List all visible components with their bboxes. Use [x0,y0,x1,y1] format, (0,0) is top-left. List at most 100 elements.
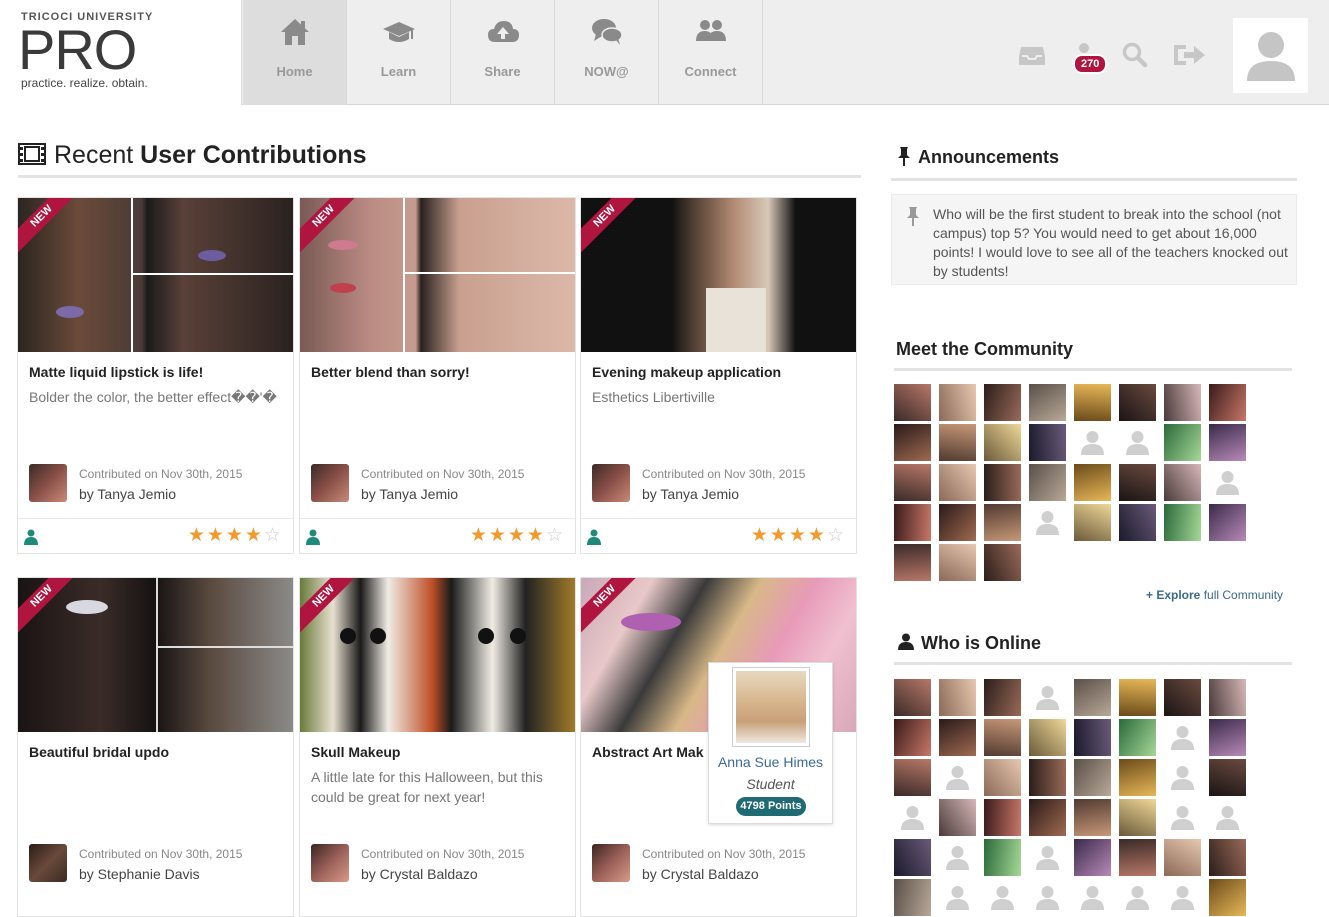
member-avatar[interactable] [939,464,976,501]
member-avatar-placeholder[interactable] [894,799,931,836]
member-avatar[interactable] [984,384,1021,421]
member-avatar[interactable] [1074,464,1111,501]
star-rating[interactable]: ★★★★☆ [751,524,846,547]
member-avatar[interactable] [984,464,1021,501]
contribution-title[interactable]: Abstract Art Mak [592,744,704,760]
member-avatar-placeholder[interactable] [1209,799,1246,836]
member-avatar[interactable] [894,424,931,461]
member-avatar[interactable] [894,464,931,501]
avatar[interactable] [29,844,67,882]
member-avatar[interactable] [1029,464,1066,501]
member-avatar[interactable] [1209,504,1246,541]
member-avatar[interactable] [1074,759,1111,796]
logo[interactable]: TRICOCI UNIVERSITY PRO practice. realize… [0,0,242,105]
member-avatar[interactable] [939,424,976,461]
member-avatar[interactable] [1164,464,1201,501]
popup-user-name[interactable]: Anna Sue Himes [709,754,832,770]
member-avatar-placeholder[interactable] [1164,719,1201,756]
member-avatar[interactable] [939,384,976,421]
member-avatar-placeholder[interactable] [1074,879,1111,916]
contribution-card[interactable]: NEW Better blend than sorry! Contributed… [299,197,576,554]
member-avatar-placeholder[interactable] [1164,759,1201,796]
member-avatar[interactable] [1164,384,1201,421]
contribution-card[interactable]: NEW Matte liquid lipstick is life! Bolde… [17,197,294,554]
member-avatar[interactable] [1119,504,1156,541]
member-avatar[interactable] [1164,679,1201,716]
contribution-card[interactable]: NEW Evening makeup application Esthetics… [580,197,857,554]
member-avatar[interactable] [1074,679,1111,716]
avatar[interactable] [592,844,630,882]
contribution-title[interactable]: Matte liquid lipstick is life! [29,364,203,380]
member-avatar[interactable] [1209,384,1246,421]
member-avatar[interactable] [984,504,1021,541]
member-avatar[interactable] [939,719,976,756]
contribution-card[interactable]: NEW Skull Makeup A little late for this … [299,577,576,917]
member-avatar[interactable] [1209,679,1246,716]
member-avatar-placeholder[interactable] [939,839,976,876]
member-avatar-placeholder[interactable] [1209,464,1246,501]
member-avatar[interactable] [1119,464,1156,501]
member-avatar[interactable] [1164,504,1201,541]
member-avatar[interactable] [939,799,976,836]
contribution-card[interactable]: NEW Beautiful bridal updo Contributed on… [17,577,294,917]
explore-community-link[interactable]: + Explore full Community [1146,588,1283,602]
member-avatar[interactable] [939,504,976,541]
notification-badge[interactable]: 270 [1073,54,1108,74]
member-avatar[interactable] [1029,759,1066,796]
star-rating[interactable]: ★★★★☆ [470,524,565,547]
member-avatar[interactable] [894,719,931,756]
member-avatar[interactable] [984,799,1021,836]
avatar[interactable] [29,464,67,502]
contribution-image[interactable]: NEW [300,578,575,732]
inbox-icon[interactable] [1018,43,1046,67]
logout-icon[interactable] [1172,43,1208,67]
nav-now[interactable]: NOW@ [555,0,659,105]
member-avatar[interactable] [894,759,931,796]
contribution-title[interactable]: Beautiful bridal updo [29,744,169,760]
member-avatar[interactable] [1119,679,1156,716]
member-avatar[interactable] [1074,384,1111,421]
member-avatar-placeholder[interactable] [1119,879,1156,916]
member-avatar-placeholder[interactable] [939,879,976,916]
avatar[interactable] [592,464,630,502]
contribution-title[interactable]: Skull Makeup [311,744,400,760]
member-avatar[interactable] [1209,424,1246,461]
member-avatar[interactable] [939,679,976,716]
member-avatar[interactable] [1029,384,1066,421]
member-avatar[interactable] [984,759,1021,796]
member-avatar[interactable] [1029,424,1066,461]
member-avatar[interactable] [1029,719,1066,756]
user-avatar-button[interactable] [1233,18,1308,93]
member-avatar[interactable] [1119,799,1156,836]
avatar[interactable] [311,844,349,882]
member-avatar-placeholder[interactable] [984,879,1021,916]
member-avatar[interactable] [894,504,931,541]
member-avatar[interactable] [984,679,1021,716]
contribution-image[interactable]: NEW [581,198,856,352]
member-avatar-placeholder[interactable] [1119,424,1156,461]
member-avatar-placeholder[interactable] [1074,424,1111,461]
member-avatar[interactable] [1119,384,1156,421]
contribution-image[interactable]: NEW [18,578,293,732]
member-avatar[interactable] [984,544,1021,581]
contribution-title[interactable]: Evening makeup application [592,364,781,380]
avatar[interactable] [311,464,349,502]
popup-avatar[interactable] [732,667,810,747]
search-icon[interactable] [1122,42,1148,68]
member-avatar[interactable] [984,839,1021,876]
member-avatar-placeholder[interactable] [1164,799,1201,836]
member-avatar[interactable] [1119,719,1156,756]
member-avatar[interactable] [894,879,931,916]
member-avatar[interactable] [1164,839,1201,876]
member-avatar[interactable] [1074,839,1111,876]
contribution-image[interactable]: NEW [300,198,575,352]
contribution-title[interactable]: Better blend than sorry! [311,364,470,380]
member-avatar[interactable] [1209,879,1246,916]
member-avatar-placeholder[interactable] [1029,839,1066,876]
member-avatar[interactable] [1209,719,1246,756]
member-avatar[interactable] [1029,799,1066,836]
member-avatar[interactable] [894,839,931,876]
nav-home[interactable]: Home [243,0,347,105]
member-avatar[interactable] [1119,759,1156,796]
member-avatar[interactable] [984,719,1021,756]
